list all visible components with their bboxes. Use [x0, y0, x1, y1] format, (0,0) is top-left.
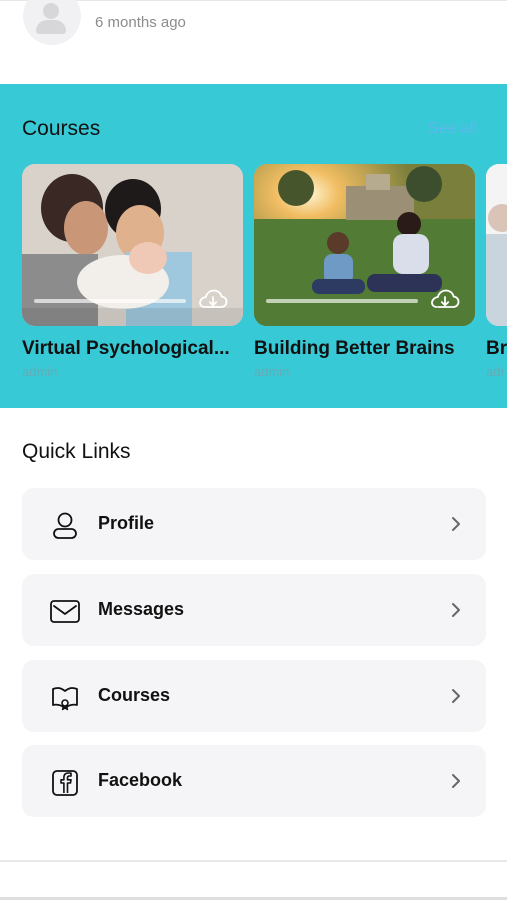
course-progress-bar: [266, 299, 418, 303]
facebook-icon: [52, 770, 78, 796]
default-avatar-icon: [43, 3, 59, 19]
chevron-right-icon: [452, 689, 460, 703]
course-title[interactable]: Br: [486, 338, 507, 360]
courses-carousel-section: Courses See all Virtual Psychological...…: [0, 84, 507, 408]
avatar-body-shape: [36, 20, 66, 34]
quick-link-facebook[interactable]: Facebook: [22, 745, 486, 817]
course-title[interactable]: Building Better Brains: [254, 338, 494, 360]
quick-link-label: Profile: [98, 513, 155, 533]
activity-timestamp: 6 months ago: [95, 14, 186, 31]
course-thumbnail[interactable]: [22, 164, 243, 326]
activity-item[interactable]: 6 months ago: [0, 0, 507, 84]
section-divider: [0, 860, 507, 862]
courses-section-title: Courses: [22, 117, 101, 140]
course-author: adr: [486, 364, 505, 379]
course-thumbnail[interactable]: [254, 164, 475, 326]
avatar[interactable]: [23, 0, 81, 45]
envelope-icon: [50, 600, 80, 623]
see-all-courses-link[interactable]: See all: [428, 120, 477, 138]
quick-link-label: Messages: [98, 599, 185, 619]
quick-link-label: Courses: [98, 685, 171, 705]
cloud-download-icon[interactable]: [430, 288, 460, 312]
quick-link-messages[interactable]: Messages: [22, 574, 486, 646]
cloud-download-icon[interactable]: [198, 288, 228, 312]
chevron-right-icon: [452, 517, 460, 531]
quick-link-label: Facebook: [98, 770, 183, 790]
partial-course-photo: [486, 164, 507, 326]
user-icon: [53, 512, 77, 539]
chevron-right-icon: [452, 774, 460, 788]
quick-link-profile[interactable]: Profile: [22, 488, 486, 560]
course-progress-bar: [34, 299, 186, 303]
course-book-icon: [52, 687, 78, 711]
course-title[interactable]: Virtual Psychological...: [22, 338, 262, 360]
chevron-right-icon: [452, 603, 460, 617]
course-author: admin: [254, 364, 290, 379]
quick-link-courses[interactable]: Courses: [22, 660, 486, 732]
course-thumbnail[interactable]: [486, 164, 507, 326]
quick-links-title: Quick Links: [22, 440, 131, 463]
course-author: admin: [22, 364, 58, 379]
